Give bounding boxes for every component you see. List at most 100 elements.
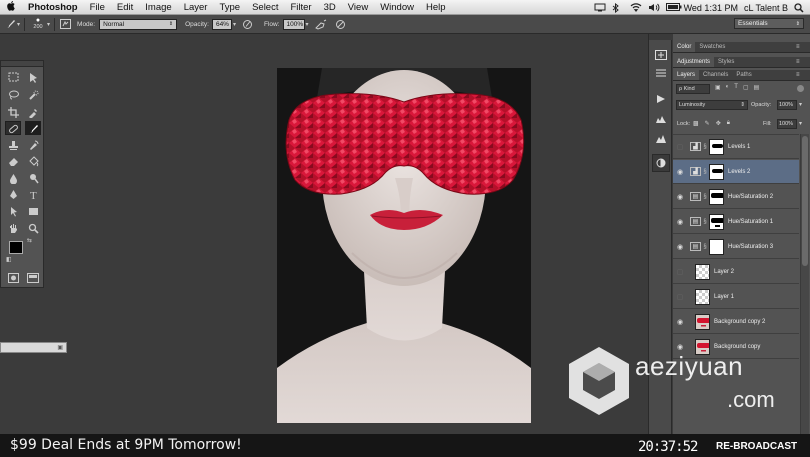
battery-icon[interactable] bbox=[665, 3, 682, 12]
menu-view[interactable]: View bbox=[342, 0, 374, 15]
flow-slider-dropdown-icon[interactable]: ▾ bbox=[306, 21, 309, 28]
visibility-toggle-icon[interactable]: ▢ bbox=[673, 268, 687, 276]
marquee-tool-icon[interactable] bbox=[5, 70, 21, 84]
volume-icon[interactable] bbox=[648, 3, 660, 12]
dodge-tool-icon[interactable] bbox=[25, 171, 41, 185]
histogram-panel-icon[interactable] bbox=[652, 110, 670, 128]
layer-opacity-dropdown-icon[interactable]: ▾ bbox=[799, 101, 802, 108]
crop-tool-icon[interactable] bbox=[5, 105, 21, 119]
type-tool-icon[interactable]: T bbox=[25, 187, 41, 201]
layers-scrollbar-thumb[interactable] bbox=[802, 136, 808, 266]
layer-row-levels-1[interactable]: ▢ ▟ § Levels 1 bbox=[673, 135, 799, 159]
swap-colors-icon[interactable]: ⇆ bbox=[27, 237, 32, 244]
brush-tool-selected-icon[interactable] bbox=[25, 121, 41, 135]
menu-image[interactable]: Image bbox=[139, 0, 177, 15]
tab-layers[interactable]: Layers bbox=[673, 70, 700, 80]
panel-close-icon[interactable]: ▣ bbox=[57, 344, 63, 351]
path-selection-tool-icon[interactable] bbox=[5, 204, 21, 218]
layer-name[interactable]: Layer 1 bbox=[714, 294, 734, 300]
lock-transparent-icon[interactable]: ▩ bbox=[693, 120, 699, 127]
screen-mode-icon[interactable] bbox=[25, 271, 41, 285]
filter-toggle-switch[interactable] bbox=[797, 85, 804, 92]
move-tool-icon[interactable] bbox=[25, 70, 41, 84]
layer-mask-thumbnail[interactable] bbox=[709, 138, 724, 155]
layer-blend-mode-select[interactable]: Luminosity ⇕ bbox=[676, 100, 748, 110]
layer-mask-thumbnail[interactable] bbox=[709, 238, 724, 255]
layer-thumbnail[interactable] bbox=[695, 263, 710, 280]
mask-link-icon[interactable]: § bbox=[701, 194, 709, 200]
pressure-size-icon[interactable] bbox=[335, 18, 347, 30]
layer-thumbnail[interactable] bbox=[695, 288, 710, 305]
visibility-toggle-icon[interactable]: ▢ bbox=[673, 293, 687, 301]
clone-stamp-tool-icon[interactable] bbox=[5, 138, 21, 152]
tab-paths[interactable]: Paths bbox=[732, 70, 755, 80]
history-brush-tool-icon[interactable] bbox=[25, 138, 41, 152]
menubar-user[interactable]: cL Talent B bbox=[744, 3, 788, 13]
bluetooth-icon[interactable] bbox=[612, 2, 624, 14]
brush-panel-toggle-icon[interactable] bbox=[59, 18, 71, 30]
filter-type-icon[interactable]: T bbox=[734, 84, 738, 91]
tools-panel-grip[interactable] bbox=[1, 61, 43, 67]
opacity-slider-dropdown-icon[interactable]: ▾ bbox=[233, 21, 236, 28]
foreground-color-swatch[interactable] bbox=[9, 241, 23, 254]
mask-link-icon[interactable]: § bbox=[701, 144, 709, 150]
layer-name[interactable]: Levels 2 bbox=[728, 169, 750, 175]
healing-brush-tool-icon[interactable] bbox=[5, 121, 21, 135]
actions-panel-icon[interactable] bbox=[652, 90, 670, 108]
brush-size-picker[interactable]: ● 200 bbox=[29, 17, 47, 30]
quick-mask-icon[interactable] bbox=[5, 271, 21, 285]
rectangle-tool-icon[interactable] bbox=[25, 204, 41, 218]
visibility-eye-icon[interactable]: ◉ bbox=[673, 218, 687, 226]
mask-link-icon[interactable]: § bbox=[701, 244, 709, 250]
menubar-clock[interactable]: Wed 1:31 PM bbox=[684, 3, 738, 13]
lock-position-icon[interactable]: ✥ bbox=[716, 120, 721, 127]
menu-edit[interactable]: Edit bbox=[111, 0, 139, 15]
layer-row-background-copy-2[interactable]: ◉ Background copy 2 bbox=[673, 310, 799, 334]
spotlight-icon[interactable] bbox=[794, 3, 806, 13]
lock-all-icon[interactable]: 🔒︎ bbox=[727, 120, 730, 127]
visibility-eye-icon[interactable]: ◉ bbox=[673, 243, 687, 251]
lock-image-icon[interactable]: ✎ bbox=[705, 120, 710, 127]
eraser-tool-icon[interactable] bbox=[5, 154, 21, 168]
menu-type[interactable]: Type bbox=[213, 0, 246, 15]
color-panel-menu-icon[interactable]: ≡ bbox=[796, 44, 806, 52]
zoom-tool-icon[interactable] bbox=[25, 221, 41, 235]
layer-row-hue-saturation-2[interactable]: ◉ ▤ § Hue/Saturation 2 bbox=[673, 185, 799, 209]
brush-tool-icon[interactable] bbox=[4, 18, 16, 30]
layers-panel-menu-icon[interactable]: ≡ bbox=[796, 72, 806, 80]
menu-layer[interactable]: Layer bbox=[178, 0, 214, 15]
menu-filter[interactable]: Filter bbox=[284, 0, 317, 15]
adjustments-panel-menu-icon[interactable]: ≡ bbox=[796, 59, 806, 67]
document-canvas[interactable] bbox=[277, 68, 531, 423]
wifi-icon[interactable] bbox=[630, 3, 642, 12]
layer-row-layer-2[interactable]: ▢ Layer 2 bbox=[673, 260, 799, 284]
dock-grip[interactable] bbox=[649, 34, 673, 40]
menu-photoshop[interactable]: Photoshop bbox=[22, 0, 84, 15]
layer-name[interactable]: Hue/Saturation 3 bbox=[728, 244, 773, 250]
menu-3d[interactable]: 3D bbox=[318, 0, 342, 15]
layer-row-hue-saturation-1[interactable]: ◉ ▤ § Hue/Saturation 1 bbox=[673, 210, 799, 234]
paint-bucket-tool-icon[interactable] bbox=[25, 154, 41, 168]
tab-styles[interactable]: Styles bbox=[714, 57, 738, 67]
layer-row-hue-saturation-3[interactable]: ◉ ▤ § Hue/Saturation 3 bbox=[673, 235, 799, 259]
mask-link-icon[interactable]: § bbox=[701, 219, 709, 225]
layer-name[interactable]: Layer 2 bbox=[714, 269, 734, 275]
layer-opacity-input[interactable]: 100% bbox=[777, 100, 797, 110]
properties-panel-icon[interactable] bbox=[652, 64, 670, 82]
layer-row-levels-2[interactable]: ◉ ▟ § Levels 2 bbox=[673, 160, 799, 184]
menu-help[interactable]: Help bbox=[420, 0, 452, 15]
adjustments-panel-icon[interactable] bbox=[652, 154, 670, 172]
tab-color[interactable]: Color bbox=[673, 42, 696, 52]
filter-smart-icon[interactable]: ▤ bbox=[754, 84, 760, 91]
tab-channels[interactable]: Channels bbox=[699, 70, 732, 80]
display-icon[interactable] bbox=[594, 3, 606, 12]
airbrush-icon[interactable] bbox=[314, 18, 327, 30]
collapsed-floating-panel[interactable]: ▣ bbox=[0, 342, 67, 353]
pressure-opacity-icon[interactable] bbox=[242, 18, 254, 30]
layer-name[interactable]: Hue/Saturation 1 bbox=[728, 219, 773, 225]
history-panel-icon[interactable] bbox=[652, 46, 670, 64]
filter-adjustment-icon[interactable]: ◐ bbox=[726, 84, 730, 91]
brush-picker-dropdown-icon[interactable]: ▾ bbox=[47, 21, 50, 28]
visibility-toggle-icon[interactable]: ▢ bbox=[673, 143, 687, 151]
menu-select[interactable]: Select bbox=[246, 0, 284, 15]
